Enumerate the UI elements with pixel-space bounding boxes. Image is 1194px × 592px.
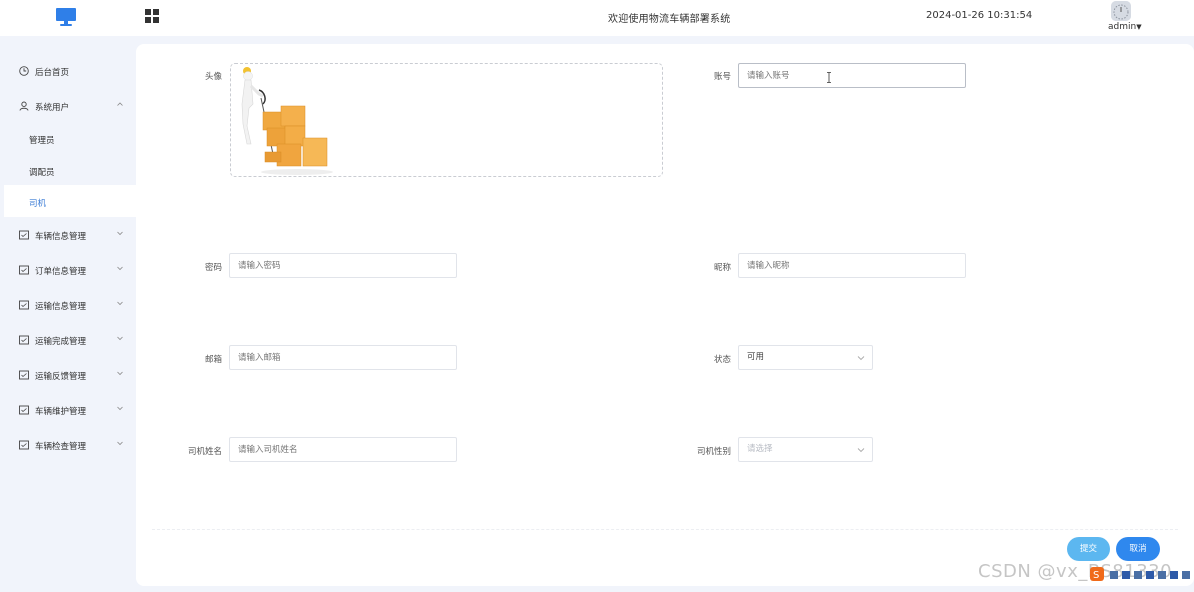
sidebar-item-transport-feedback[interactable]: 运输反馈管理: [0, 358, 136, 390]
user-name: admin: [1108, 22, 1137, 32]
nickname-input[interactable]: [738, 253, 966, 278]
chevron-down-icon: [117, 231, 123, 236]
datetime-display: 2024-01-26 10:31:54: [926, 10, 1033, 21]
logistics-boxes-image-icon: [241, 67, 333, 175]
grid-menu-icon[interactable]: [145, 9, 159, 23]
chevron-down-icon: [857, 448, 865, 453]
list-icon: [19, 300, 29, 310]
avatar[interactable]: [1111, 1, 1131, 21]
sidebar-item-label: 后台首页: [35, 68, 70, 78]
form-divider: [152, 529, 1178, 530]
sidebar-item-label: 车辆维护管理: [35, 407, 87, 417]
form-panel: 头像 账号 密码 昵称 邮箱 状态 可用: [136, 44, 1194, 586]
sidebar-item-label: 订单信息管理: [35, 267, 87, 277]
avatar-image-icon: [1111, 1, 1131, 21]
sidebar-item-home[interactable]: 后台首页: [0, 54, 136, 86]
sidebar: 后台首页 系统用户 管理员 调配员 司机 车辆信息管理 订单信息管理 运输信息管…: [0, 36, 136, 592]
avatar-upload[interactable]: [230, 63, 663, 177]
list-icon: [19, 335, 29, 345]
text-cursor-icon: [827, 72, 831, 83]
sidebar-subitem-driver[interactable]: 司机: [4, 185, 136, 217]
sidebar-subitem-dispatcher[interactable]: 调配员: [0, 154, 136, 186]
sidebar-item-label: 运输信息管理: [35, 302, 87, 312]
chevron-down-icon: [117, 336, 123, 341]
sidebar-item-label: 车辆检查管理: [35, 442, 87, 452]
sidebar-item-transport-complete[interactable]: 运输完成管理: [0, 323, 136, 355]
sidebar-subitem-label: 司机: [29, 199, 47, 209]
sidebar-item-vehicle-maintenance[interactable]: 车辆维护管理: [0, 393, 136, 425]
email-input[interactable]: [229, 345, 457, 370]
list-icon: [19, 440, 29, 450]
sidebar-item-order-info[interactable]: 订单信息管理: [0, 253, 136, 285]
status-label: 状态: [713, 355, 731, 365]
account-label: 账号: [713, 72, 731, 82]
user-icon: [19, 101, 29, 111]
sidebar-subitem-label: 管理员: [29, 136, 55, 146]
sidebar-item-label: 运输完成管理: [35, 337, 87, 347]
sidebar-item-transport-info[interactable]: 运输信息管理: [0, 288, 136, 320]
email-label: 邮箱: [204, 355, 222, 365]
driver-gender-label: 司机性别: [696, 447, 731, 457]
driver-gender-placeholder: 请选择: [747, 444, 773, 454]
password-label: 密码: [204, 263, 222, 273]
sidebar-item-label: 系统用户: [35, 103, 70, 113]
driver-gender-select[interactable]: 请选择: [738, 437, 873, 462]
sidebar-item-vehicle-info[interactable]: 车辆信息管理: [0, 218, 136, 250]
list-icon: [19, 405, 29, 415]
user-menu[interactable]: admin▼: [1108, 22, 1142, 32]
clock-icon: [19, 66, 29, 76]
status-select[interactable]: 可用: [738, 345, 873, 370]
system-tray-icon: S: [1090, 567, 1190, 581]
nickname-label: 昵称: [713, 263, 731, 273]
sidebar-subitem-label: 调配员: [29, 168, 55, 178]
submit-button[interactable]: 提交: [1067, 537, 1110, 561]
list-icon: [19, 265, 29, 275]
sidebar-item-vehicle-inspection[interactable]: 车辆检查管理: [0, 428, 136, 460]
driver-name-label: 司机姓名: [187, 447, 222, 457]
caret-down-icon: ▼: [1136, 23, 1142, 31]
chevron-down-icon: [117, 266, 123, 271]
sidebar-item-label: 运输反馈管理: [35, 372, 87, 382]
chevron-down-icon: [117, 441, 123, 446]
list-icon: [19, 230, 29, 240]
account-input[interactable]: [738, 63, 966, 88]
status-select-value: 可用: [747, 352, 765, 362]
sidebar-item-system-users[interactable]: 系统用户: [0, 89, 136, 121]
top-bar: 欢迎使用物流车辆部署系统 2024-01-26 10:31:54 admin▼: [0, 0, 1194, 36]
chevron-down-icon: [117, 371, 123, 376]
password-input[interactable]: [229, 253, 457, 278]
monitor-logo-icon[interactable]: [56, 8, 76, 26]
chevron-up-icon: [117, 102, 123, 106]
list-icon: [19, 370, 29, 380]
sidebar-item-label: 车辆信息管理: [35, 232, 87, 242]
avatar-label: 头像: [204, 72, 222, 82]
chevron-down-icon: [857, 356, 865, 361]
chevron-down-icon: [117, 406, 123, 411]
sidebar-subitem-admin[interactable]: 管理员: [0, 122, 136, 154]
cancel-button[interactable]: 取消: [1116, 537, 1160, 561]
svg-text:S: S: [1093, 570, 1099, 581]
driver-name-input[interactable]: [229, 437, 457, 462]
system-title: 欢迎使用物流车辆部署系统: [608, 14, 731, 25]
chevron-down-icon: [117, 301, 123, 306]
